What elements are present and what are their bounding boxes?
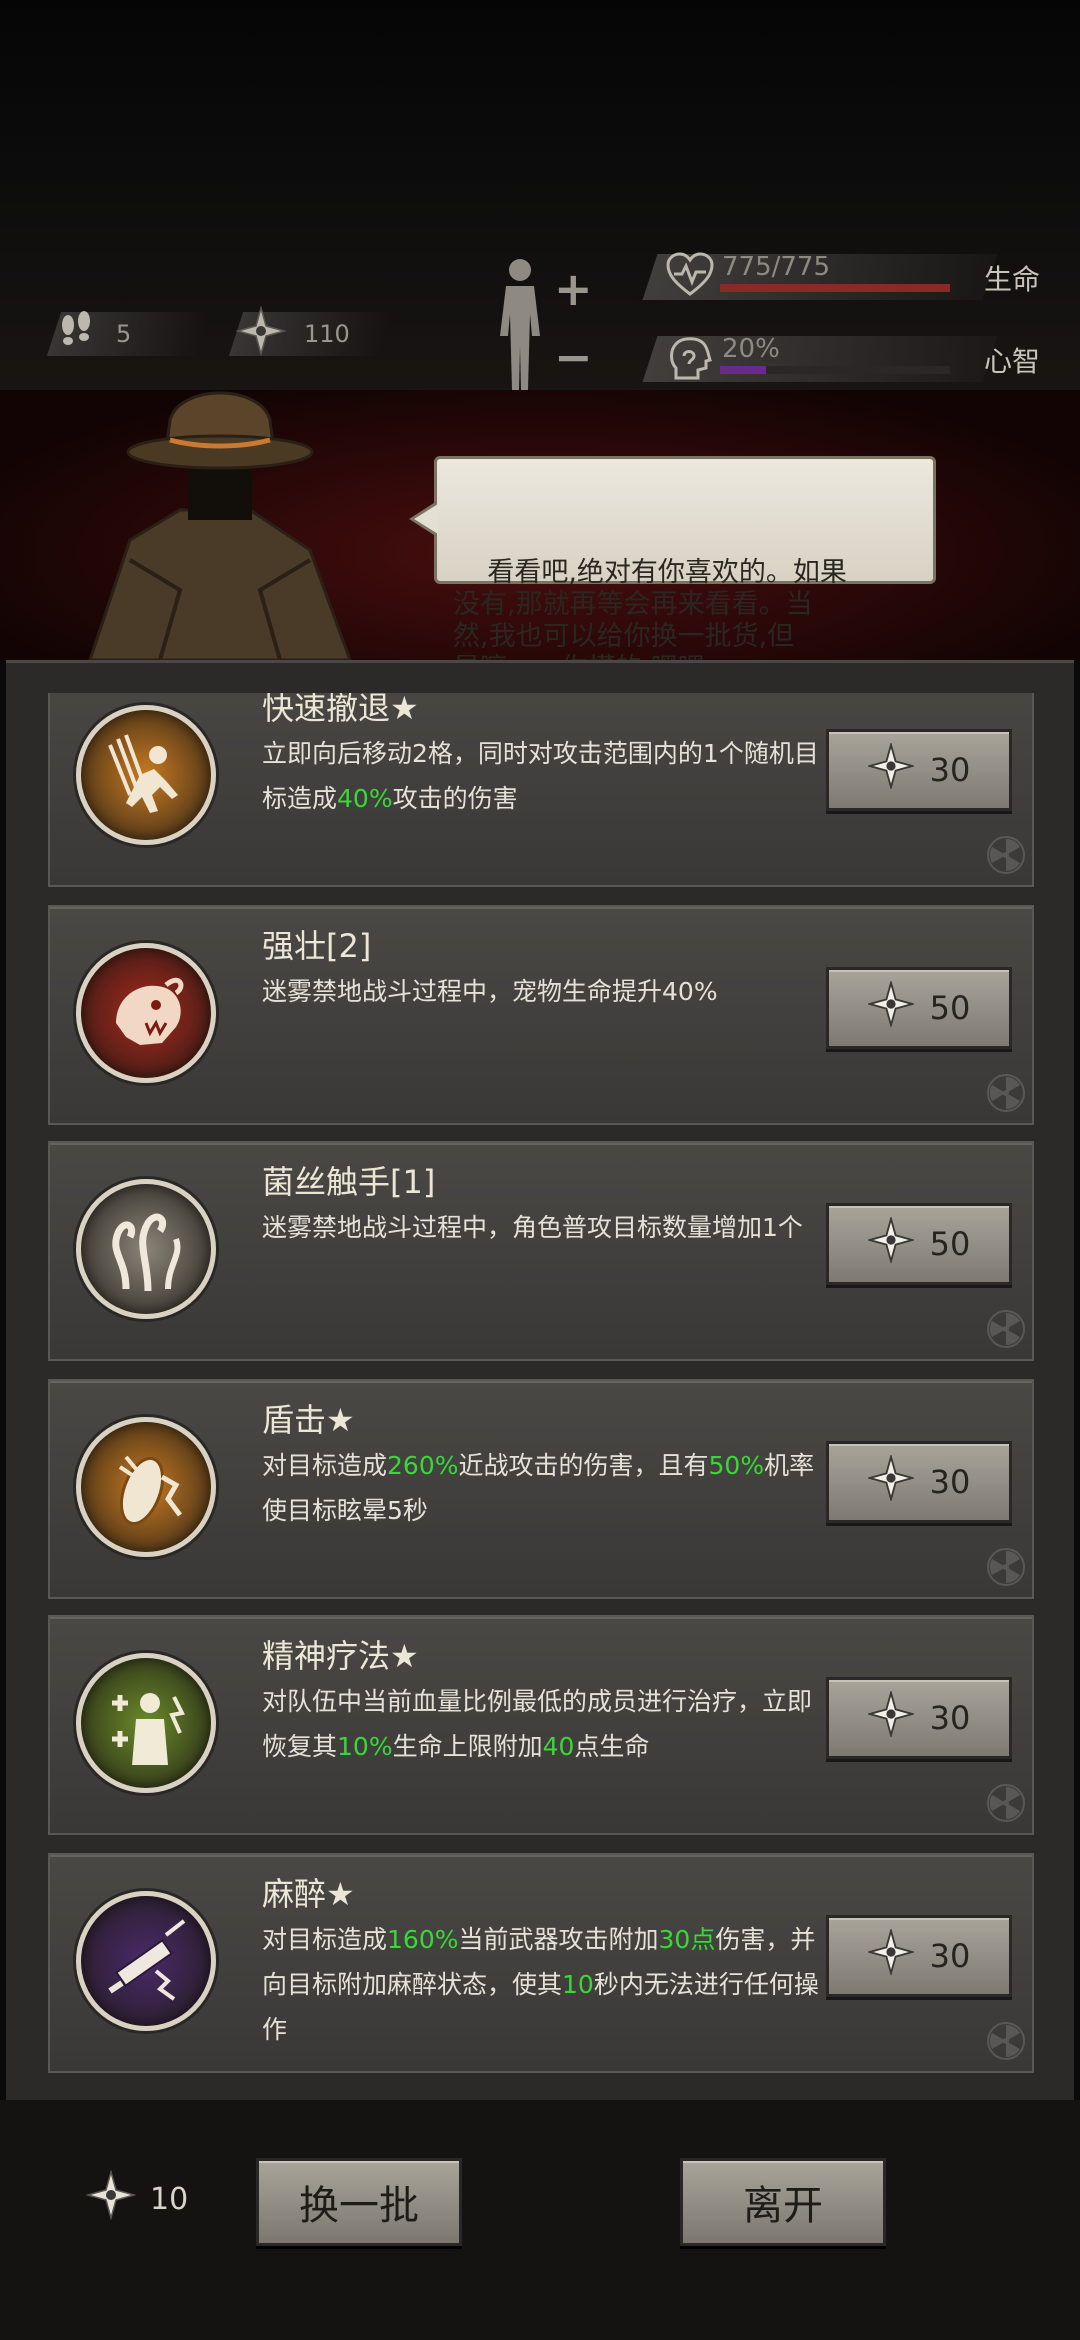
merchant-scene: 看看吧,绝对有你喜欢的。如果 没有,那就再等会再来看看。当 然,我也可以给你换一… (0, 390, 1080, 660)
leave-button[interactable]: 离开 (680, 2158, 886, 2246)
radiation-icon (986, 1073, 1026, 1117)
item-title: 精神疗法★ (262, 1637, 419, 1675)
highlight-value: 50% (708, 1451, 765, 1480)
buy-button[interactable]: 30 (826, 1441, 1012, 1523)
health-label: 生命 (983, 263, 1040, 296)
highlight-value: 10% (337, 1732, 393, 1761)
description-text: 对目标造成 (262, 1451, 388, 1480)
sanity-bar: 20% 心智 (642, 330, 1040, 390)
item-price: 30 (929, 1937, 971, 1975)
item-description: 立即向后移动2格，同时对攻击范围内的1个随机目标造成40%攻击的伤害 (262, 731, 822, 821)
heal-icon (76, 1653, 216, 1793)
item-description: 对目标造成260%近战攻击的伤害，且有50%机率使目标眩晕5秒 (262, 1443, 822, 1533)
description-text: 生命上限附加 (392, 1732, 543, 1761)
body-figure-icon (500, 259, 540, 390)
item-title: 强壮[2] (262, 927, 372, 965)
merchant-dialogue: 看看吧,绝对有你喜欢的。如果 没有,那就再等会再来看看。当 然,我也可以给你换一… (409, 456, 936, 660)
minus-icon[interactable]: − (554, 330, 593, 384)
syringe-icon (76, 1891, 216, 2031)
item-price: 30 (929, 751, 971, 789)
health-value: 775/775 (722, 252, 831, 282)
item-description: 对目标造成160%当前武器攻击附加30点伤害，并向目标附加麻醉状态，使其10秒内… (262, 1917, 822, 2052)
highlight-value: 30点 (658, 1925, 716, 1954)
item-price: 30 (929, 1463, 971, 1501)
steps-value: 5 (116, 320, 132, 348)
shop-item-card[interactable]: 菌丝触手[1] 迷雾禁地战斗过程中，角色普攻目标数量增加1个 50 (48, 1141, 1034, 1361)
item-price: 30 (929, 1699, 971, 1737)
item-title: 麻醉★ (262, 1875, 355, 1913)
description-text: 点生命 (574, 1732, 650, 1761)
description-text: 对目标造成 (262, 1925, 388, 1954)
description-text: 当前武器攻击附加 (458, 1925, 659, 1954)
highlight-value: 40 (542, 1732, 575, 1761)
item-title: 菌丝触手[1] (262, 1163, 436, 1201)
highlight-value: 10 (562, 1970, 594, 1999)
footer-bar: 10 换一批 离开 (0, 2100, 1080, 2340)
shop-item-card[interactable]: 麻醉★ 对目标造成160%当前武器攻击附加30点伤害，并向目标附加麻醉状态，使其1… (48, 1853, 1034, 2073)
item-title: 盾击★ (262, 1401, 355, 1439)
buy-button[interactable]: 30 (826, 729, 1012, 811)
beast-icon (76, 943, 216, 1083)
description-text: 攻击的伤害 (392, 784, 518, 813)
buy-button[interactable]: 30 (826, 1915, 1012, 1997)
footer-currency-value: 10 (150, 2181, 189, 2217)
buy-button[interactable]: 50 (826, 1203, 1012, 1285)
radiation-icon (986, 1783, 1026, 1827)
highlight-value: 260% (387, 1451, 459, 1480)
steps-counter: 5 (46, 309, 212, 359)
radiation-icon (986, 1547, 1026, 1591)
compass-star-icon (866, 1927, 916, 1983)
refresh-button[interactable]: 换一批 (256, 2158, 462, 2246)
compass-star-icon (866, 979, 916, 1035)
merchant-portrait (88, 391, 352, 660)
heart-rate-icon (666, 252, 714, 302)
shield-bash-icon (76, 1417, 216, 1557)
health-fill (720, 284, 950, 292)
description-text: 近战攻击的伤害，且有 (458, 1451, 709, 1480)
radiation-icon (986, 835, 1026, 879)
health-bar: 775/775 生命 (642, 248, 1040, 308)
sanity-fill (720, 366, 766, 374)
item-price: 50 (929, 1225, 971, 1263)
item-description: 迷雾禁地战斗过程中，宠物生命提升40% (262, 969, 822, 1014)
highlight-value: 160% (387, 1925, 459, 1954)
currency-value: 110 (304, 320, 350, 348)
footprints-icon (54, 309, 98, 359)
shop-item-card[interactable]: 强壮[2] 迷雾禁地战斗过程中，宠物生命提升40% 50 (48, 905, 1034, 1125)
mind-head-icon (666, 334, 714, 386)
footer-currency: 10 (85, 2169, 189, 2228)
description-text: 迷雾禁地战斗过程中，角色普攻目标数量增加1个 (262, 1213, 803, 1242)
radiation-icon (986, 1309, 1026, 1353)
buy-button[interactable]: 30 (826, 1677, 1012, 1759)
compass-star-icon (235, 305, 287, 362)
retreat-icon (76, 705, 216, 845)
shop-item-card[interactable]: 盾击★ 对目标造成260%近战攻击的伤害，且有50%机率使目标眩晕5秒 30 (48, 1379, 1034, 1599)
shop-item-card[interactable]: 快速撤退★ 立即向后移动2格，同时对攻击范围内的1个随机目标造成40%攻击的伤害 3… (48, 693, 1034, 887)
highlight-value: 40% (337, 784, 393, 813)
compass-star-icon (866, 1215, 916, 1271)
currency-counter: 110 (228, 305, 394, 357)
sanity-value: 20% (722, 334, 780, 364)
compass-star-icon (866, 1689, 916, 1745)
item-description: 迷雾禁地战斗过程中，角色普攻目标数量增加1个 (262, 1205, 822, 1250)
top-hud: 5 110 + − 775/775 生命 20% 心智 (0, 0, 1080, 420)
radiation-icon (986, 2021, 1026, 2065)
description-text: 迷雾禁地战斗过程中，宠物生命提升40% (262, 977, 718, 1006)
plus-icon[interactable]: + (554, 262, 593, 316)
buy-button[interactable]: 50 (826, 967, 1012, 1049)
shop-item-card[interactable]: 精神疗法★ 对队伍中当前血量比例最低的成员进行治疗，立即恢复其10%生命上限附加4… (48, 1615, 1034, 1835)
item-title: 快速撤退★ (262, 693, 419, 727)
dialogue-text: 看看吧,绝对有你喜欢的。如果 没有,那就再等会再来看看。当 然,我也可以给你换一… (453, 557, 847, 660)
shop-panel: 快速撤退★ 立即向后移动2格，同时对攻击范围内的1个随机目标造成40%攻击的伤害 3… (6, 660, 1074, 2103)
compass-star-icon (866, 1453, 916, 1509)
sanity-label: 心智 (983, 345, 1040, 378)
item-price: 50 (929, 989, 971, 1027)
item-description: 对队伍中当前血量比例最低的成员进行治疗，立即恢复其10%生命上限附加40点生命 (262, 1679, 822, 1769)
item-list[interactable]: 快速撤退★ 立即向后移动2格，同时对攻击范围内的1个随机目标造成40%攻击的伤害 3… (28, 693, 1044, 2073)
compass-star-icon (85, 2169, 137, 2228)
tentacle-icon (76, 1179, 216, 1319)
compass-star-icon (866, 741, 916, 797)
